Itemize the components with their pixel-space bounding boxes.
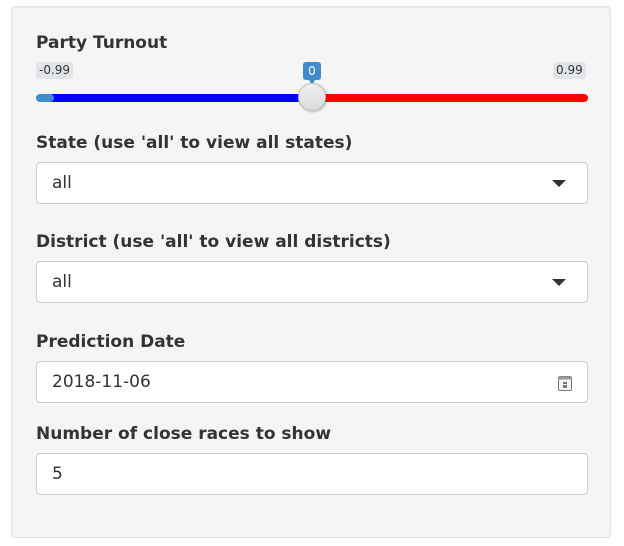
close-races-value: 5 — [52, 464, 63, 484]
district-select-value: all — [52, 272, 72, 292]
slider-track-start — [36, 94, 54, 102]
slider-value-bubble: 0 — [303, 62, 321, 85]
district-label: District (use 'all' to view all district… — [36, 232, 391, 252]
chevron-down-icon — [552, 279, 566, 286]
state-select[interactable]: all — [36, 162, 588, 204]
district-select[interactable]: all — [36, 261, 588, 303]
state-label: State (use 'all' to view all states) — [36, 133, 353, 153]
prediction-date-value: 2018-11-06 — [52, 372, 151, 392]
state-select-value: all — [52, 173, 72, 193]
prediction-date-label: Prediction Date — [36, 332, 186, 352]
close-races-label: Number of close races to show — [36, 424, 332, 444]
slider-track-left[interactable] — [48, 94, 314, 102]
chevron-down-icon — [552, 180, 566, 187]
party-turnout-label: Party Turnout — [36, 33, 168, 53]
slider-track-right[interactable] — [310, 94, 588, 102]
calendar-icon[interactable] — [557, 374, 573, 392]
close-races-input[interactable]: 5 — [36, 453, 588, 495]
slider-min-label: -0.99 — [36, 62, 74, 79]
slider-handle[interactable] — [298, 83, 326, 111]
prediction-date-input[interactable]: 2018-11-06 — [36, 361, 588, 403]
slider-max-label: 0.99 — [553, 62, 586, 79]
